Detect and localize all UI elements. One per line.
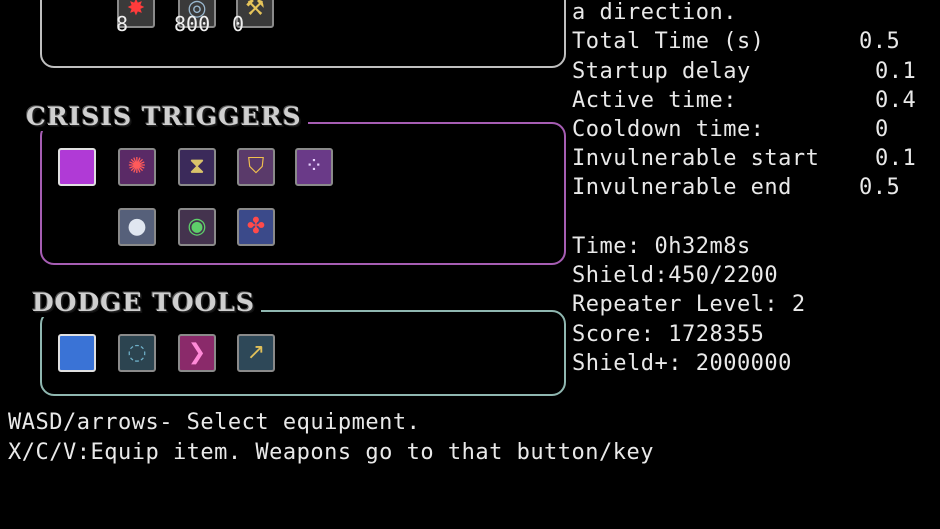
status-score: Score: 1728355 [572, 322, 765, 347]
top-equipment-panel: ✸ ◎ ⚒ 8 800 0 [40, 0, 566, 68]
help-line-select: WASD/arrows- Select equipment. [8, 410, 421, 435]
bomb-icon: ✸ [126, 0, 146, 21]
crisis-slot-3[interactable]: ⧗ [178, 148, 216, 186]
crisis-triggers-title: CRISIS TRIGGERS [24, 102, 308, 131]
stat-invulnerable-end-label: Invulnerable end [572, 175, 792, 200]
help-line-equip: X/C/V:Equip item. Weapons go to that but… [8, 440, 655, 465]
dodge-slot-1[interactable] [58, 334, 96, 372]
dodge-tools-panel: ◌ ❯ ↗ [40, 310, 566, 396]
stat-cooldown-time-label: Cooldown time: [572, 117, 765, 142]
description-text: a direction. [572, 0, 737, 25]
crisis-slot-5[interactable]: ⁘ [295, 148, 333, 186]
dodge-slot-3[interactable]: ❯ [178, 334, 216, 372]
crisis-slot-2[interactable]: ✺ [118, 148, 156, 186]
crisis-triggers-panel: ✺ ⧗ ⛉ ⁘ ● ◉ ✤ [40, 122, 566, 265]
swirl-icon: ✤ [246, 214, 266, 239]
stat-active-time-value: 0.4 [875, 88, 917, 113]
eye-icon: ◉ [187, 214, 207, 239]
ring-icon: ◌ [127, 340, 147, 365]
orb-count: 800 [174, 12, 211, 36]
stat-startup-delay-label: Startup delay [572, 59, 751, 84]
crisis-slot-7[interactable]: ◉ [178, 208, 216, 246]
crisis-slot-8[interactable]: ✤ [237, 208, 275, 246]
status-shield: Shield:450/2200 [572, 263, 779, 288]
stat-total-time-value: 0.5 [859, 29, 901, 54]
stat-active-time-label: Active time: [572, 88, 737, 113]
status-repeater-level: Repeater Level: 2 [572, 292, 806, 317]
wrench-count: 0 [232, 12, 245, 36]
wrench-icon: ⚒ [245, 0, 265, 21]
chevrons-icon: ❯ [187, 340, 207, 365]
sphere-icon: ● [127, 214, 147, 239]
stat-invulnerable-start-value: 0.1 [875, 146, 917, 171]
shield-icon: ⛉ [247, 154, 265, 179]
crisis-slot-4[interactable]: ⛉ [237, 148, 275, 186]
dodge-slot-4[interactable]: ↗ [237, 334, 275, 372]
dodge-tools-title: DODGE TOOLS [30, 288, 262, 317]
crisis-slot-1[interactable] [58, 148, 96, 186]
stat-invulnerable-end-value: 0.5 [859, 175, 901, 200]
dodge-slot-2[interactable]: ◌ [118, 334, 156, 372]
crisis-slot-6[interactable]: ● [118, 208, 156, 246]
stat-invulnerable-start-label: Invulnerable start [572, 146, 820, 171]
status-time: Time: 0h32m8s [572, 234, 751, 259]
burst-icon: ✺ [127, 154, 147, 179]
stat-startup-delay-value: 0.1 [875, 59, 917, 84]
stat-total-time-label: Total Time (s) [572, 29, 765, 54]
dots-icon: ⁘ [304, 154, 324, 179]
status-shield-plus: Shield+: 2000000 [572, 351, 792, 376]
boot-icon: ↗ [246, 340, 266, 365]
hourglass-icon: ⧗ [189, 154, 205, 179]
bomb-count: 8 [116, 12, 129, 36]
stat-cooldown-time-value: 0 [875, 117, 889, 142]
